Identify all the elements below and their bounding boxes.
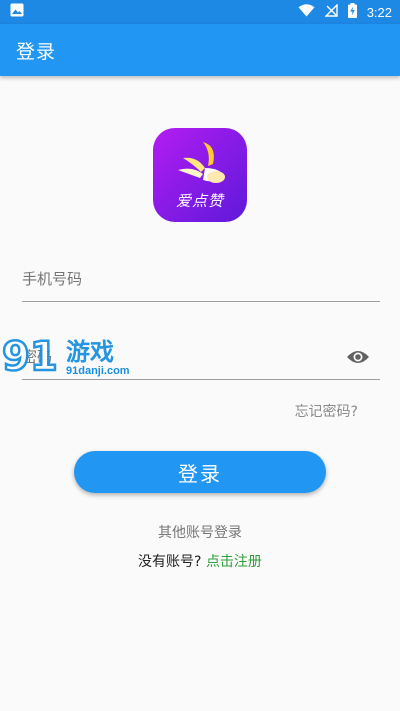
phone-field <box>22 258 380 302</box>
watermark-sub: 91danji.com <box>66 365 130 377</box>
status-left <box>10 3 24 21</box>
app-logo: 爱点赞 <box>153 128 247 222</box>
logo-text: 爱点赞 <box>175 192 224 210</box>
forgot-password-link[interactable]: 忘记密码? <box>295 401 358 421</box>
app-bar: 登录 <box>0 24 400 76</box>
signup-link[interactable]: 点击注册 <box>206 554 262 570</box>
status-right: 3:22 <box>298 2 392 22</box>
no-signal-icon <box>323 2 338 21</box>
wifi-icon <box>298 3 315 21</box>
svg-text:91: 91 <box>2 334 58 380</box>
status-bar: 3:22 <box>0 0 400 24</box>
signup-line: 没有账号? 点击注册 <box>0 551 400 571</box>
watermark: 91 游戏 91danji.com <box>0 332 140 382</box>
show-password-icon[interactable] <box>346 348 370 366</box>
phone-input[interactable] <box>22 258 380 300</box>
page-title: 登录 <box>16 40 57 63</box>
no-account-text: 没有账号? <box>138 554 202 570</box>
login-button[interactable]: 登录 <box>74 451 326 493</box>
svg-text:游戏: 游戏 <box>66 338 114 366</box>
other-account-login-link[interactable]: 其他账号登录 <box>0 522 400 542</box>
image-notification-icon <box>10 3 24 21</box>
battery-charging-icon <box>347 2 357 22</box>
status-time: 3:22 <box>366 4 392 20</box>
login-screen: 3:22 登录 爱点赞 9 <box>0 0 400 711</box>
